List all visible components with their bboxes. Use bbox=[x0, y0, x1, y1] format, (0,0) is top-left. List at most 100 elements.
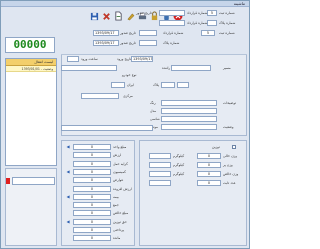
title-bar: ماشینه bbox=[1, 1, 249, 7]
contract-field[interactable] bbox=[159, 10, 185, 16]
issue-date-label-2: تاریخ صدور bbox=[120, 31, 136, 35]
weight-extra-field[interactable] bbox=[149, 171, 171, 177]
fee-field[interactable]: 0 bbox=[73, 227, 111, 233]
fee-label: بیمه bbox=[113, 194, 119, 199]
fee-field[interactable]: 0 bbox=[73, 210, 111, 217]
model-field[interactable] bbox=[161, 108, 217, 114]
entry-date-label: تاریخ ورود bbox=[117, 57, 132, 61]
fee-label: کرایه حمل bbox=[113, 161, 128, 166]
place-label: مرکزی bbox=[123, 94, 133, 98]
new-button[interactable] bbox=[113, 11, 123, 22]
fee-label: حق توزین bbox=[113, 219, 127, 224]
serial-field-2[interactable]: 5 bbox=[201, 30, 215, 36]
fee-field[interactable]: 0 bbox=[73, 144, 111, 150]
entry-hour-label: ساعت ورود bbox=[81, 57, 98, 61]
reg-date-label: تاریخ صدور bbox=[120, 41, 136, 45]
fee-field[interactable]: 0 bbox=[73, 185, 111, 192]
serial-field[interactable]: 5 bbox=[207, 10, 217, 16]
vehicle-type-field[interactable] bbox=[61, 65, 117, 71]
place-field[interactable] bbox=[81, 93, 119, 99]
delete-button[interactable] bbox=[101, 11, 111, 22]
transfer-list-header: لیست انتقال bbox=[6, 59, 56, 66]
arrow-left-icon[interactable]: ◀ bbox=[65, 219, 71, 225]
counter-display: 00000 bbox=[5, 37, 55, 53]
fee-field[interactable]: 0 bbox=[73, 235, 111, 242]
fee-field[interactable]: 0 bbox=[73, 177, 111, 184]
weight-extra-field[interactable] bbox=[149, 153, 171, 159]
plate-number-field[interactable] bbox=[207, 20, 217, 26]
weight-field[interactable]: 0 bbox=[197, 162, 221, 168]
plate-number-label: شماره پلاک bbox=[163, 41, 180, 45]
fee-field[interactable]: 0 bbox=[73, 168, 111, 175]
motor-field[interactable] bbox=[161, 124, 217, 130]
weight-unit-label: کیلوگرم bbox=[173, 154, 185, 158]
weight-unit-label: کیلوگرم bbox=[173, 163, 185, 167]
transfer-list-panel: لیست انتقال 1393/01/01 - وضعیت bbox=[5, 58, 57, 166]
fee-label: مبلغ واحد bbox=[113, 145, 127, 149]
fee-field[interactable]: 0 bbox=[73, 218, 111, 225]
weight-unit-label: کیلوگرم bbox=[173, 172, 185, 176]
model-label: مدل bbox=[150, 109, 157, 113]
arrow-left-icon[interactable]: ◀ bbox=[65, 194, 71, 200]
reg-date-field[interactable]: 1393/09/17 bbox=[93, 40, 119, 46]
contract-label: شماره قرارداد bbox=[187, 11, 208, 15]
new-document-icon bbox=[114, 11, 122, 21]
driver-label: راننده bbox=[162, 66, 171, 70]
weight-label: عدد ثابت bbox=[223, 181, 236, 185]
issue-date-field[interactable]: 1393/09/17 bbox=[93, 30, 119, 36]
entry-date-field[interactable]: 1393/09/17 bbox=[131, 56, 153, 62]
entry-hour-field[interactable] bbox=[67, 56, 79, 62]
fee-label: مانده bbox=[113, 236, 121, 241]
plate-number-field-2[interactable] bbox=[139, 40, 157, 46]
weigh-checkbox[interactable] bbox=[232, 145, 236, 149]
edit-pencil-icon bbox=[126, 12, 134, 20]
fee-field[interactable]: 0 bbox=[73, 193, 111, 200]
weigh-checkbox-label: توزین bbox=[212, 145, 220, 149]
plate-part-1[interactable] bbox=[161, 82, 175, 88]
delete-x-icon bbox=[102, 12, 110, 20]
weight-extra-field[interactable] bbox=[149, 162, 171, 168]
route-label: مسیر bbox=[223, 66, 231, 70]
fee-label: کمیسیون bbox=[113, 169, 126, 174]
status-label: وضعیت bbox=[223, 125, 234, 129]
fee-label: ارزش bbox=[113, 153, 122, 158]
weight-field[interactable]: 0 bbox=[197, 171, 221, 177]
weight-field[interactable]: 0 bbox=[197, 180, 221, 186]
plate-field[interactable] bbox=[159, 20, 185, 26]
fee-field[interactable]: 0 bbox=[73, 160, 111, 167]
app-window: ماشینه شماره ثبت 5 شماره قرارداد تاریخ ص… bbox=[0, 0, 250, 249]
fee-label: ارزش افزوده bbox=[113, 186, 132, 191]
fee-label: عوارض bbox=[113, 178, 124, 183]
plate-part-3[interactable] bbox=[111, 82, 125, 88]
window-title: ماشینه bbox=[233, 1, 245, 6]
save-icon bbox=[90, 12, 98, 20]
chassis-field[interactable] bbox=[161, 116, 217, 122]
fee-field[interactable]: 0 bbox=[73, 202, 111, 209]
driver-field[interactable] bbox=[171, 65, 211, 71]
serial-label-2: شماره ثبت bbox=[219, 31, 235, 35]
weight-extra-field[interactable] bbox=[149, 180, 171, 186]
chassis-label: شاسی bbox=[150, 117, 160, 121]
color-field[interactable] bbox=[161, 100, 217, 106]
color-label: رنگ bbox=[150, 101, 156, 105]
weight-field[interactable]: 0 bbox=[197, 153, 221, 159]
weight-label: وزن خالص bbox=[223, 172, 239, 176]
status-red-indicator bbox=[6, 178, 10, 184]
weight-label: وزن پر bbox=[223, 163, 233, 167]
fee-label: مبلغ خالص bbox=[113, 211, 129, 216]
arrow-left-icon[interactable]: ◀ bbox=[65, 169, 71, 175]
fee-label: جمع bbox=[113, 203, 119, 208]
edit-button[interactable] bbox=[125, 11, 135, 22]
status-field[interactable] bbox=[12, 177, 55, 185]
contract-number-field[interactable] bbox=[139, 30, 157, 36]
list-item[interactable]: 1393/01/01 - وضعیت bbox=[6, 66, 56, 72]
plate-label-vehicle: پلاک bbox=[153, 83, 160, 87]
plate-part-2[interactable] bbox=[177, 82, 189, 88]
description-label: توضیحات bbox=[223, 101, 237, 105]
wide-description-field[interactable] bbox=[61, 125, 153, 131]
arrow-left-icon[interactable]: ◀ bbox=[65, 144, 71, 150]
fee-field[interactable]: 0 bbox=[73, 152, 111, 159]
contract2-label: شماره قرارداد bbox=[187, 21, 208, 25]
save-button[interactable] bbox=[89, 11, 99, 22]
serial-label: شماره ثبت bbox=[219, 11, 235, 15]
